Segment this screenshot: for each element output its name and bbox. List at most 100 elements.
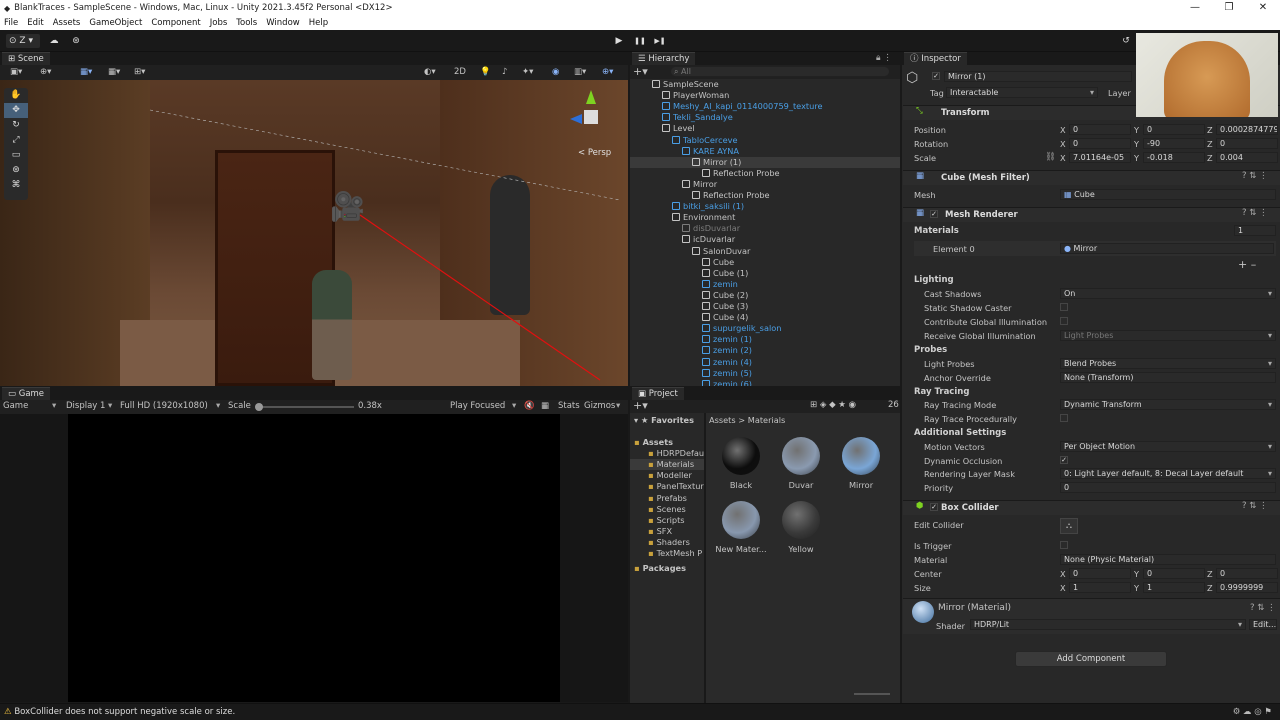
ray-tracing-mode-dropdown[interactable]: Dynamic Transform bbox=[1060, 399, 1276, 410]
hierarchy-row[interactable]: Mirror bbox=[630, 179, 900, 190]
minimize-button[interactable]: — bbox=[1178, 0, 1212, 16]
resolution-dropdown[interactable]: Full HD (1920x1080) bbox=[120, 400, 208, 413]
transform-tool-icon[interactable]: ⊛ bbox=[4, 163, 28, 178]
scale-slider-thumb[interactable] bbox=[255, 403, 263, 411]
material-thumbnail[interactable] bbox=[722, 437, 760, 475]
add-component-button[interactable]: Add Component bbox=[1015, 651, 1167, 667]
pause-button[interactable]: ❚❚ bbox=[632, 34, 648, 48]
lighting-section-label[interactable]: Lighting bbox=[914, 275, 954, 285]
frame-debugger-icon[interactable]: ▦ bbox=[541, 400, 549, 413]
ray-tracing-section-label[interactable]: Ray Tracing bbox=[914, 387, 969, 397]
material-thumbnail[interactable] bbox=[782, 501, 820, 539]
hierarchy-row[interactable]: Environment bbox=[630, 212, 900, 223]
hierarchy-row[interactable]: Reflection Probe bbox=[630, 168, 900, 179]
hierarchy-row[interactable]: Cube (1) bbox=[630, 268, 900, 279]
move-tool-icon[interactable]: ✥ bbox=[4, 103, 28, 118]
favorites-node[interactable]: ▾ ★ Favorites bbox=[634, 415, 694, 426]
add-object-button[interactable]: +▾ bbox=[633, 65, 648, 78]
menu-jobs[interactable]: Jobs bbox=[210, 18, 228, 28]
mesh-filter-menu-icons[interactable]: ? ⇅ ⋮ bbox=[1242, 171, 1268, 181]
orientation-gizmo[interactable] bbox=[566, 90, 618, 142]
anchor-override-field[interactable]: None (Transform) bbox=[1060, 372, 1276, 383]
menu-tools[interactable]: Tools bbox=[236, 18, 257, 28]
effects-icon[interactable]: ✦▾ bbox=[522, 67, 533, 77]
shader-edit-button[interactable]: Edit... bbox=[1249, 619, 1277, 630]
probes-section-label[interactable]: Probes bbox=[914, 345, 947, 355]
hierarchy-row[interactable]: SalonDuvar bbox=[630, 246, 900, 257]
contribute-gi-checkbox[interactable] bbox=[1060, 317, 1068, 325]
hierarchy-row[interactable]: Cube (3) bbox=[630, 301, 900, 312]
box-collider-header[interactable]: Box Collider bbox=[903, 500, 1280, 515]
axis-x-field[interactable]: 0 bbox=[1069, 124, 1131, 135]
menu-window[interactable]: Window bbox=[266, 18, 300, 28]
menu-assets[interactable]: Assets bbox=[53, 18, 81, 28]
axis-x-field[interactable]: 1 bbox=[1069, 582, 1131, 593]
ray-trace-procedurally-checkbox[interactable] bbox=[1060, 414, 1068, 422]
menu-gameobject[interactable]: GameObject bbox=[89, 18, 142, 28]
hierarchy-search-input[interactable]: ⌕ All bbox=[670, 66, 890, 77]
hierarchy-row[interactable]: KARE AYNA bbox=[630, 146, 900, 157]
project-tree-item[interactable]: ▪ TextMesh P bbox=[630, 548, 704, 559]
hierarchy-row[interactable]: Cube (2) bbox=[630, 290, 900, 301]
physic-material-field[interactable]: None (Physic Material) bbox=[1060, 554, 1276, 565]
project-tree-item[interactable]: ▪ Packages bbox=[630, 563, 704, 574]
breadcrumb-assets[interactable]: Assets bbox=[709, 415, 736, 425]
motion-vectors-dropdown[interactable]: Per Object Motion bbox=[1060, 441, 1276, 452]
game-mode-dropdown[interactable]: Game bbox=[3, 400, 28, 413]
history-icon[interactable]: ↺ bbox=[1118, 34, 1134, 48]
persp-label[interactable]: < Persp bbox=[578, 148, 611, 158]
tag-dropdown[interactable]: Interactable bbox=[946, 87, 1098, 98]
hierarchy-row[interactable]: Meshy_AI_kapi_0114000759_texture bbox=[630, 101, 900, 112]
game-view[interactable] bbox=[68, 414, 560, 702]
mesh-filter-header[interactable]: Cube (Mesh Filter) bbox=[903, 170, 1280, 185]
hierarchy-row[interactable]: Reflection Probe bbox=[630, 190, 900, 201]
additional-settings-label[interactable]: Additional Settings bbox=[914, 428, 1006, 438]
hand-tool-icon[interactable]: ✋ bbox=[4, 88, 28, 103]
draw-mode-icon[interactable]: ▣▾ bbox=[10, 67, 22, 77]
project-tree-item[interactable]: ▪ Assets bbox=[630, 437, 704, 448]
mesh-renderer-header[interactable]: Mesh Renderer bbox=[903, 207, 1280, 222]
menu-edit[interactable]: Edit bbox=[27, 18, 43, 28]
mesh-renderer-menu-icons[interactable]: ? ⇅ ⋮ bbox=[1242, 208, 1268, 218]
play-button[interactable]: ▶ bbox=[611, 34, 627, 48]
box-collider-menu-icons[interactable]: ? ⇅ ⋮ bbox=[1242, 501, 1268, 511]
is-trigger-checkbox[interactable] bbox=[1060, 541, 1068, 549]
material-thumbnail[interactable] bbox=[842, 437, 880, 475]
material-menu-icons[interactable]: ? ⇅ ⋮ bbox=[1250, 603, 1276, 613]
camera-settings-icon[interactable]: ▥▾ bbox=[574, 67, 586, 77]
gizmos-icon[interactable]: ⊕▾ bbox=[602, 67, 613, 77]
mesh-renderer-enabled-checkbox[interactable]: ✓ bbox=[930, 210, 938, 218]
pivot-icon[interactable]: ▦▾ bbox=[80, 67, 92, 77]
cloud-icon[interactable]: ☁ bbox=[46, 34, 62, 48]
rendering-layer-mask-dropdown[interactable]: 0: Light Layer default, 8: Decal Layer d… bbox=[1060, 468, 1276, 479]
hierarchy-row[interactable]: Level bbox=[630, 123, 900, 134]
material-thumbnail[interactable] bbox=[782, 437, 820, 475]
create-asset-button[interactable]: +▾ bbox=[633, 399, 648, 412]
breadcrumb-materials[interactable]: Materials bbox=[748, 415, 786, 425]
project-tree-item[interactable]: ▪ Scenes bbox=[630, 504, 704, 515]
rotate-tool-icon[interactable]: ↻ bbox=[4, 118, 28, 133]
step-button[interactable]: ▶❚ bbox=[652, 34, 668, 48]
custom-tool-icon[interactable]: ⌘ bbox=[4, 178, 28, 193]
close-button[interactable]: ✕ bbox=[1246, 0, 1280, 16]
hierarchy-row[interactable]: Mirror (1) bbox=[630, 156, 900, 168]
static-shadow-checkbox[interactable] bbox=[1060, 303, 1068, 311]
hierarchy-row[interactable]: icDuvarlar bbox=[630, 234, 900, 245]
hierarchy-row[interactable]: zemin (5) bbox=[630, 368, 900, 379]
render-mode-icon[interactable]: ◐▾ bbox=[424, 67, 436, 77]
edit-collider-button[interactable]: ⛬ bbox=[1060, 518, 1078, 534]
axis-z-field[interactable]: 0.0002874779 bbox=[1216, 124, 1278, 135]
materials-count-field[interactable]: 1 bbox=[1234, 225, 1276, 236]
axis-x-field[interactable]: 7.01164e-05 bbox=[1069, 152, 1131, 163]
mode-2d-button[interactable]: 2D bbox=[454, 67, 466, 77]
grid-icon[interactable]: ▦▾ bbox=[108, 67, 120, 77]
thumbnail-size-slider[interactable] bbox=[854, 693, 890, 695]
audio-icon[interactable]: ♪ bbox=[502, 67, 507, 77]
axis-x-field[interactable]: 0 bbox=[1069, 568, 1131, 579]
tab-game[interactable]: ▭ Game bbox=[2, 387, 51, 400]
project-tree-item[interactable]: ▪ Modeller bbox=[630, 470, 704, 481]
active-checkbox[interactable]: ✓ bbox=[932, 72, 940, 80]
axis-x-field[interactable]: 0 bbox=[1069, 138, 1131, 149]
hierarchy-row[interactable]: SampleScene bbox=[630, 79, 900, 90]
project-tree-item[interactable]: ▪ Materials bbox=[630, 459, 704, 471]
